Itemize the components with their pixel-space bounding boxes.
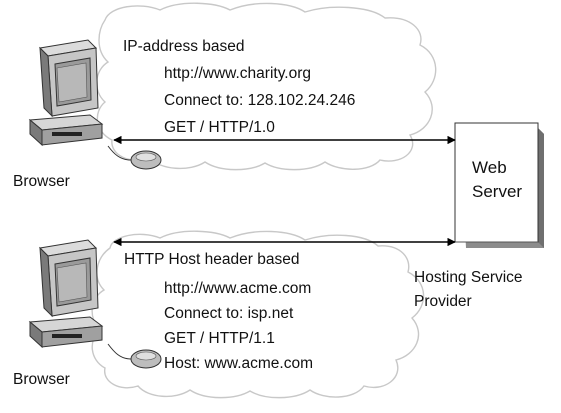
provider-label-line1: Hosting Service [414,269,523,286]
bottom-request-line-get: GET / HTTP/1.1 [164,330,275,347]
diagram-graphics [28,2,544,399]
top-cloud-icon [96,2,437,171]
top-browser-caption: Browser [13,173,70,190]
provider-label-line2: Provider [414,293,472,310]
top-request-line-get: GET / HTTP/1.0 [164,119,275,136]
bottom-request-line-connect: Connect to: isp.net [164,305,294,322]
top-request-line-connect: Connect to: 128.102.24.246 [164,92,356,109]
bottom-method-title: HTTP Host header based [124,251,300,268]
top-request-line-url: http://www.charity.org [164,65,312,82]
bottom-desktop-computer-icon [28,239,104,349]
top-desktop-computer-icon [28,39,104,147]
bottom-request-line-host: Host: www.acme.com [164,355,314,372]
diagram-canvas: IP-address based http://www.charity.org … [0,0,561,413]
server-label-line2: Server [472,182,523,201]
top-method-title: IP-address based [123,38,245,55]
bottom-browser-caption: Browser [13,371,70,388]
server-label-line1: Web [472,158,507,177]
bottom-request-line-url: http://www.acme.com [164,280,312,297]
